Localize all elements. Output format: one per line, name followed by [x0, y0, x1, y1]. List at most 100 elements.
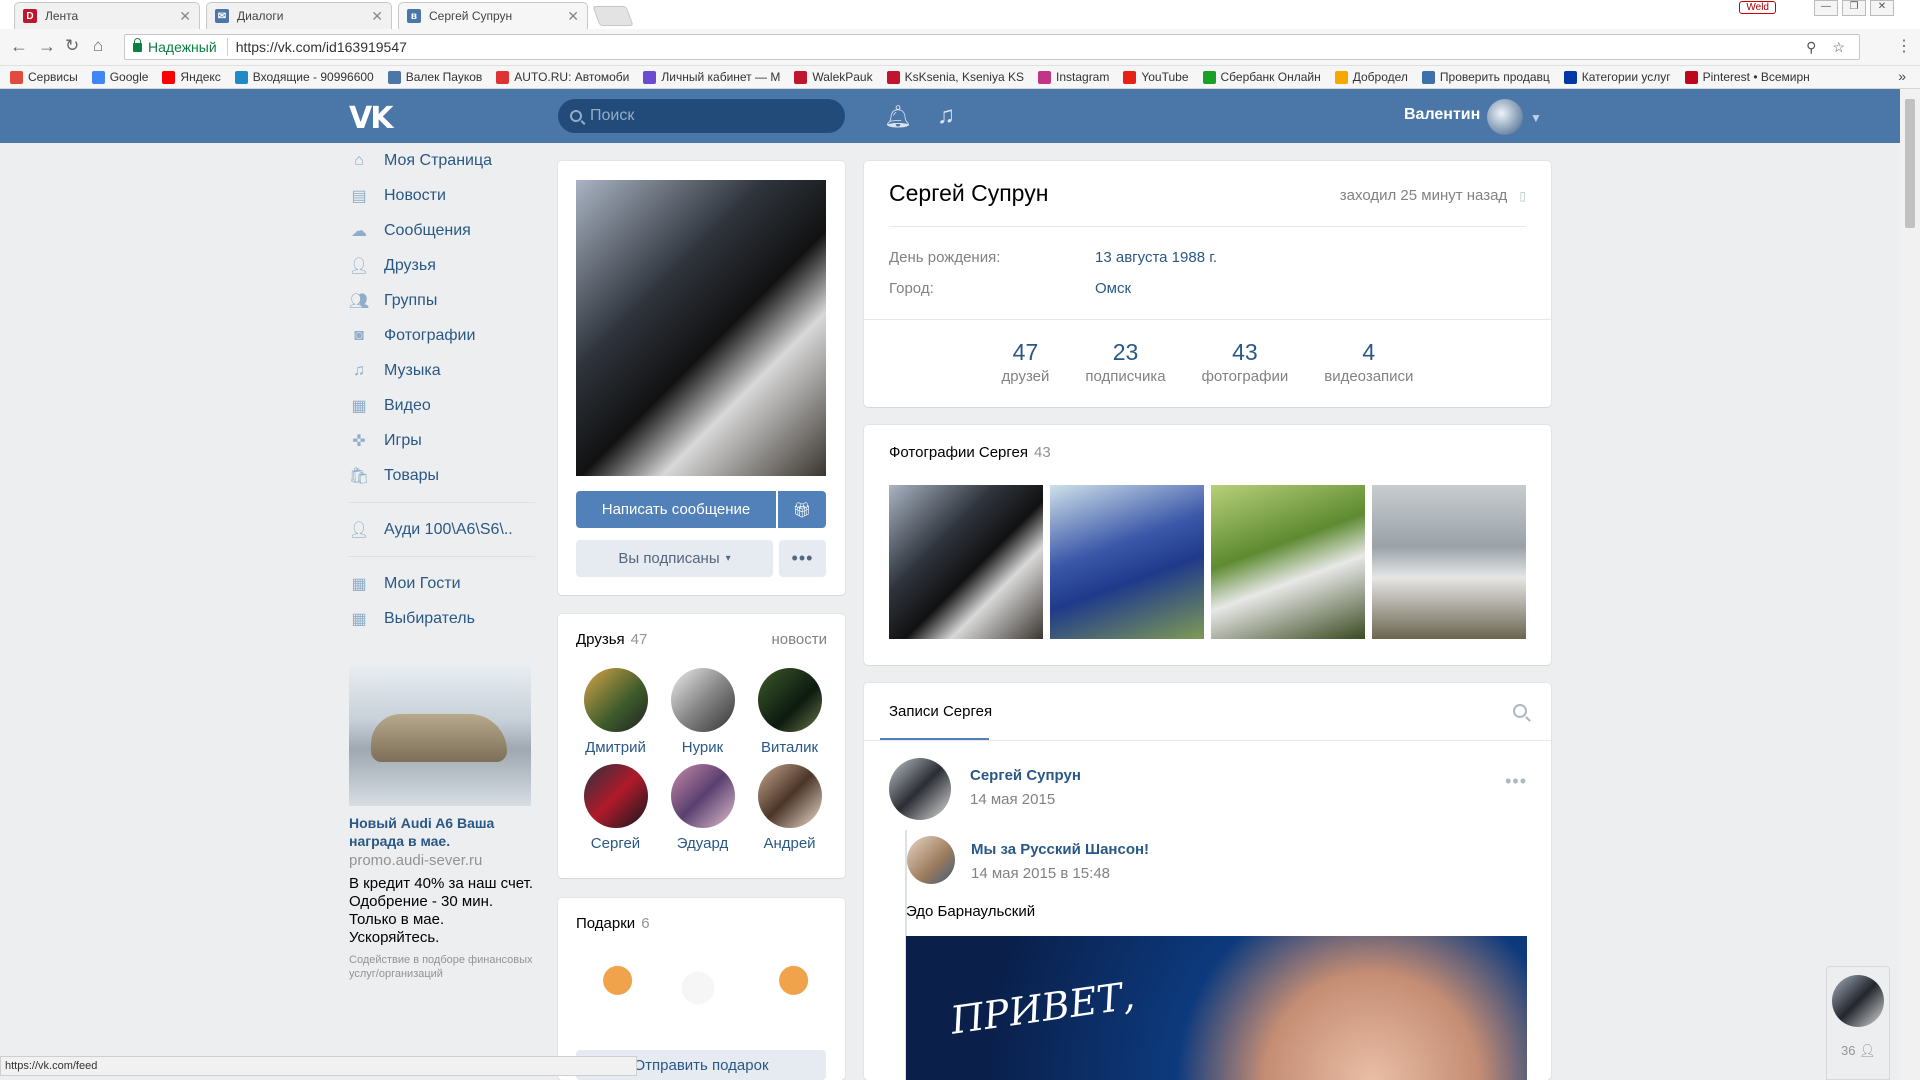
ad-url[interactable]: promo.audi-sever.ru — [349, 852, 535, 869]
photos-header[interactable]: Фотографии Сергея 43 — [889, 444, 1051, 461]
avatar[interactable] — [757, 764, 822, 828]
gift-bear[interactable] — [660, 950, 736, 1026]
bookmark-item[interactable]: Проверить продавц — [1421, 70, 1550, 84]
friends-news-link[interactable]: новости — [771, 631, 827, 648]
minimize-icon[interactable]: — — [1814, 0, 1838, 16]
zoom-icon[interactable]: ⚲ — [1806, 39, 1816, 56]
sidebar-item-home[interactable]: ⌂ Моя Страница — [349, 143, 535, 178]
post-date[interactable]: 14 мая 2015 — [970, 791, 1055, 808]
avatar[interactable] — [670, 764, 735, 828]
friend-name[interactable]: Дмитрий — [585, 739, 646, 756]
friend-item[interactable]: Нурик — [659, 668, 746, 756]
sidebar-item-app-grid[interactable]: ▦ Мои Гости — [349, 566, 535, 601]
menu-icon[interactable]: ⋮ — [1896, 36, 1912, 56]
more-icon[interactable]: ••• — [1505, 771, 1527, 792]
city-value[interactable]: Омск — [1095, 280, 1131, 297]
scrollbar[interactable] — [1900, 89, 1920, 1080]
birthday-value[interactable]: 13 августа 1988 г. — [1095, 249, 1217, 266]
chevron-down-icon[interactable]: ▼ — [1530, 111, 1542, 125]
bookmark-item[interactable]: Сбербанк Онлайн — [1202, 70, 1321, 84]
bookmark-item[interactable]: Добродел — [1334, 70, 1408, 84]
friend-item[interactable]: Эдуард — [659, 764, 746, 852]
avatar[interactable] — [583, 764, 648, 828]
sidebar-item-bag[interactable]: 🛍︎ Товары — [349, 458, 535, 493]
sidebar-ad[interactable]: Новый Audi A6 Ваша награда в мае. promo.… — [349, 664, 535, 981]
friend-name[interactable]: Виталик — [761, 739, 818, 756]
user-name[interactable]: Валентин — [1404, 106, 1480, 124]
new-tab-button[interactable] — [592, 6, 634, 26]
close-icon[interactable]: ✕ — [179, 8, 191, 25]
write-message-button[interactable]: Написать сообщение — [576, 491, 776, 528]
reload-icon[interactable]: ↻ — [65, 36, 79, 56]
close-window-icon[interactable]: ✕ — [1870, 0, 1894, 16]
bookmark-item[interactable]: Instagram — [1038, 70, 1109, 84]
tab-profile[interactable]: в Сергей Супрун ✕ — [398, 2, 588, 29]
bookmark-item[interactable]: Pinterest • Всемирн — [1684, 70, 1810, 84]
tab-lenta[interactable]: D Лента ✕ — [14, 2, 200, 29]
tab-dialogs[interactable]: ✉ Диалоги ✕ — [206, 2, 392, 29]
repost-author[interactable]: Мы за Русский Шансон! — [971, 841, 1149, 858]
bookmark-item[interactable]: Валек Пауков — [387, 70, 482, 84]
address-bar[interactable]: Надежный https://vk.com/id163919547 ⚲ ☆ — [124, 34, 1860, 60]
friend-item[interactable]: Андрей — [746, 764, 833, 852]
post-author[interactable]: Сергей Супрун — [970, 767, 1081, 784]
ad-image[interactable] — [349, 664, 531, 806]
gifts-header[interactable]: Подарки 6 — [576, 915, 650, 932]
sidebar-item-news[interactable]: ▤ Новости — [349, 178, 535, 213]
ad-title[interactable]: Новый Audi A6 Ваша награда в мае. — [349, 814, 535, 850]
profile-photo[interactable] — [576, 180, 826, 476]
search-icon[interactable] — [1513, 704, 1527, 718]
sidebar-item-app-grid[interactable]: ▦ Выбиратель — [349, 601, 535, 636]
bookmark-item[interactable]: Яндекс — [162, 70, 221, 84]
counter-2[interactable]: 43 фотографии — [1184, 339, 1307, 385]
sidebar-item-music[interactable]: ♫ Музыка — [349, 353, 535, 388]
tab-wall-posts[interactable]: Записи Сергея — [889, 703, 992, 720]
avatar[interactable] — [907, 836, 955, 884]
bookmark-item[interactable]: Сервисы — [10, 70, 78, 84]
bookmark-item[interactable]: YouTube — [1123, 70, 1189, 84]
friend-item[interactable]: Виталик — [746, 668, 833, 756]
star-icon[interactable]: ☆ — [1832, 39, 1845, 56]
gift-reindeer[interactable] — [748, 950, 824, 1026]
bookmark-item[interactable]: WalekPauk — [794, 70, 873, 84]
post-image[interactable]: ПРИВЕТ, — [906, 936, 1527, 1080]
bookmark-item[interactable]: Входящие - 90996600 — [234, 70, 374, 84]
counter-3[interactable]: 4 видеозаписи — [1306, 339, 1431, 385]
back-icon[interactable]: ← — [10, 36, 28, 57]
friend-name[interactable]: Сергей — [591, 835, 640, 852]
forward-icon[interactable]: → — [38, 36, 56, 57]
sidebar-item-groups[interactable]: 👥︎ Группы — [349, 283, 535, 318]
avatar[interactable] — [1832, 975, 1884, 1027]
repost-date[interactable]: 14 мая 2015 в 15:48 — [971, 865, 1110, 882]
friend-item[interactable]: Сергей — [572, 764, 659, 852]
subscribed-button[interactable]: Вы подписаны ▾ — [576, 540, 773, 577]
avatar[interactable] — [670, 668, 735, 732]
sidebar-item-video[interactable]: ▦ Видео — [349, 388, 535, 423]
url-text[interactable]: https://vk.com/id163919547 — [228, 39, 407, 55]
gift-icon[interactable]: 🎁︎ — [778, 491, 826, 528]
scrollbar-thumb[interactable] — [1905, 99, 1915, 228]
restore-icon[interactable]: ❐ — [1842, 0, 1866, 16]
weld-badge[interactable]: Weld — [1739, 1, 1776, 14]
vk-logo[interactable]: VK — [349, 101, 393, 136]
avatar[interactable] — [757, 668, 822, 732]
close-icon[interactable]: ✕ — [371, 8, 383, 25]
bookmark-item[interactable]: KsKsenia, Kseniya KS — [886, 70, 1024, 84]
sidebar-item-messages[interactable]: ☁ Сообщения — [349, 213, 535, 248]
sidebar-item-friends[interactable]: 👤︎ Ауди 100\A6\S6\.. — [349, 512, 535, 547]
more-actions-button[interactable]: ••• — [779, 540, 826, 577]
friend-name[interactable]: Эдуард — [677, 835, 728, 852]
sidebar-item-camera[interactable]: ◙ Фотографии — [349, 318, 535, 353]
friend-name[interactable]: Нурик — [682, 739, 723, 756]
bookmark-item[interactable]: Личный кабинет — М — [643, 70, 780, 84]
gift-reindeer[interactable] — [572, 950, 648, 1026]
photo-thumb[interactable] — [1050, 485, 1204, 639]
counter-0[interactable]: 47 друзей — [984, 339, 1068, 385]
counter-1[interactable]: 23 подписчика — [1067, 339, 1183, 385]
friend-item[interactable]: Дмитрий — [572, 668, 659, 756]
chat-widget[interactable]: 36 👤︎ — [1826, 966, 1890, 1080]
music-icon[interactable]: ♫ — [937, 102, 955, 130]
avatar[interactable] — [1487, 99, 1523, 135]
sidebar-item-gamepad[interactable]: ✜ Игры — [349, 423, 535, 458]
photo-thumb[interactable] — [1211, 485, 1365, 639]
